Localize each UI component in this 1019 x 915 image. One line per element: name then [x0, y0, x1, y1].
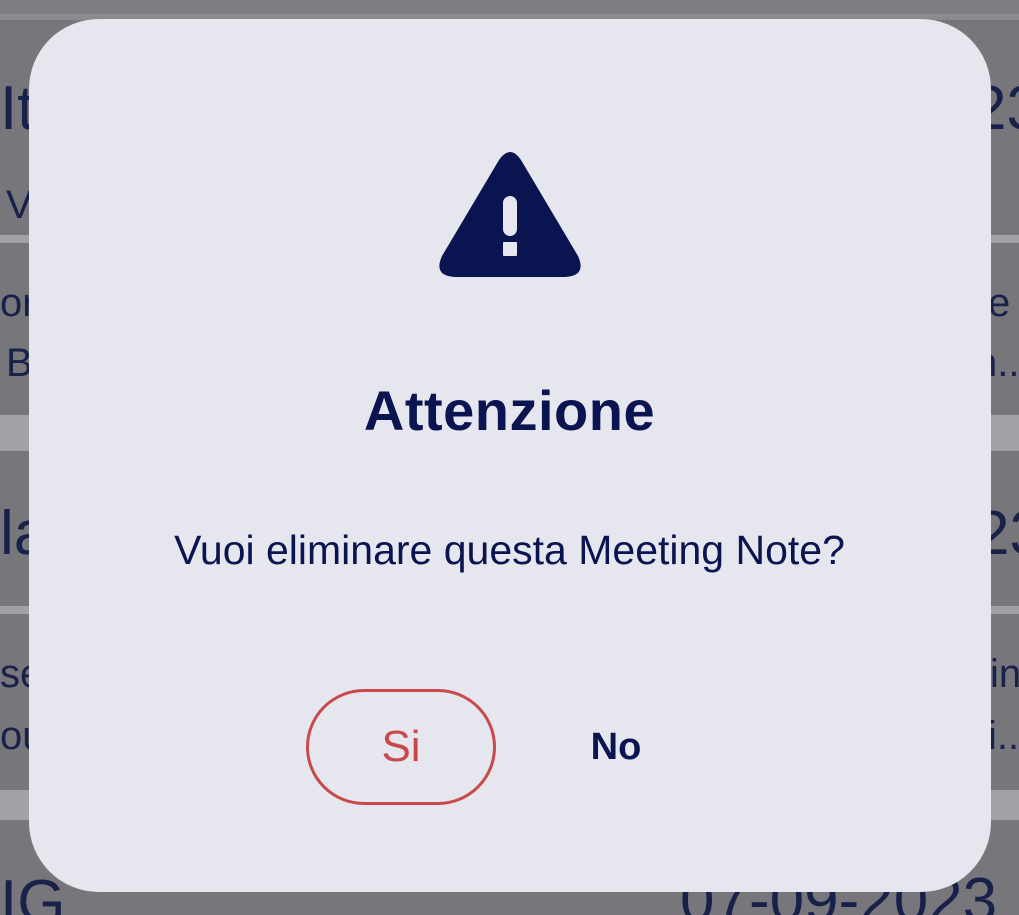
confirm-yes-button[interactable]: Si: [306, 689, 496, 805]
list-item-line: in: [990, 652, 1019, 696]
list-item-line: i..: [988, 714, 1019, 758]
list-item-line: e: [988, 281, 1011, 325]
list-item-title: IG: [0, 868, 66, 915]
cancel-no-button[interactable]: No: [560, 689, 672, 805]
dialog-message: Vuoi eliminare questa Meeting Note?: [174, 527, 845, 573]
warning-triangle-icon: [439, 152, 581, 277]
background-top-bar: [0, 0, 1019, 14]
dialog-title: Attenzione: [363, 379, 656, 442]
